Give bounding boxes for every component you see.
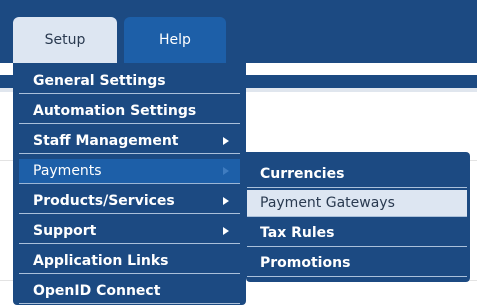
menu-item-label: General Settings [33, 73, 166, 89]
menu-item-label: OpenID Connect [33, 283, 161, 299]
tab-setup[interactable]: Setup [13, 17, 117, 63]
submenu-item-label: Payment Gateways [260, 195, 395, 211]
submenu-item-label: Tax Rules [260, 225, 335, 241]
submenu-arrow-icon [223, 137, 229, 145]
menu-item-label: Products/Services [33, 193, 175, 209]
menu-item-label: Staff Management [33, 133, 179, 149]
menu-item-general-settings[interactable]: General Settings [19, 69, 240, 94]
submenu-item-payment-gateways[interactable]: Payment Gateways [247, 190, 467, 217]
menu-item-label: Automation Settings [33, 103, 197, 119]
submenu-arrow-icon [223, 227, 229, 235]
submenu-item-label: Promotions [260, 255, 351, 271]
menu-item-automation-settings[interactable]: Automation Settings [19, 99, 240, 124]
menu-item-openid-connect[interactable]: OpenID Connect [19, 279, 240, 304]
menu-item-label: Payments [33, 163, 102, 179]
menu-item-application-links[interactable]: Application Links [19, 249, 240, 274]
menu-item-products-services[interactable]: Products/Services [19, 189, 240, 214]
submenu-item-promotions[interactable]: Promotions [247, 250, 467, 277]
submenu-arrow-icon [223, 197, 229, 205]
tab-help[interactable]: Help [124, 17, 226, 63]
payments-submenu: Currencies Payment Gateways Tax Rules Pr… [246, 152, 470, 282]
submenu-item-tax-rules[interactable]: Tax Rules [247, 220, 467, 247]
submenu-item-currencies[interactable]: Currencies [247, 161, 467, 188]
menu-item-staff-management[interactable]: Staff Management [19, 129, 240, 154]
submenu-arrow-icon [223, 167, 229, 175]
menu-item-support[interactable]: Support [19, 219, 240, 244]
menu-item-label: Support [33, 223, 97, 239]
menu-item-label: Application Links [33, 253, 169, 269]
submenu-item-label: Currencies [260, 166, 345, 182]
setup-dropdown-menu: General Settings Automation Settings Sta… [13, 63, 246, 305]
menu-item-payments[interactable]: Payments [19, 159, 240, 184]
